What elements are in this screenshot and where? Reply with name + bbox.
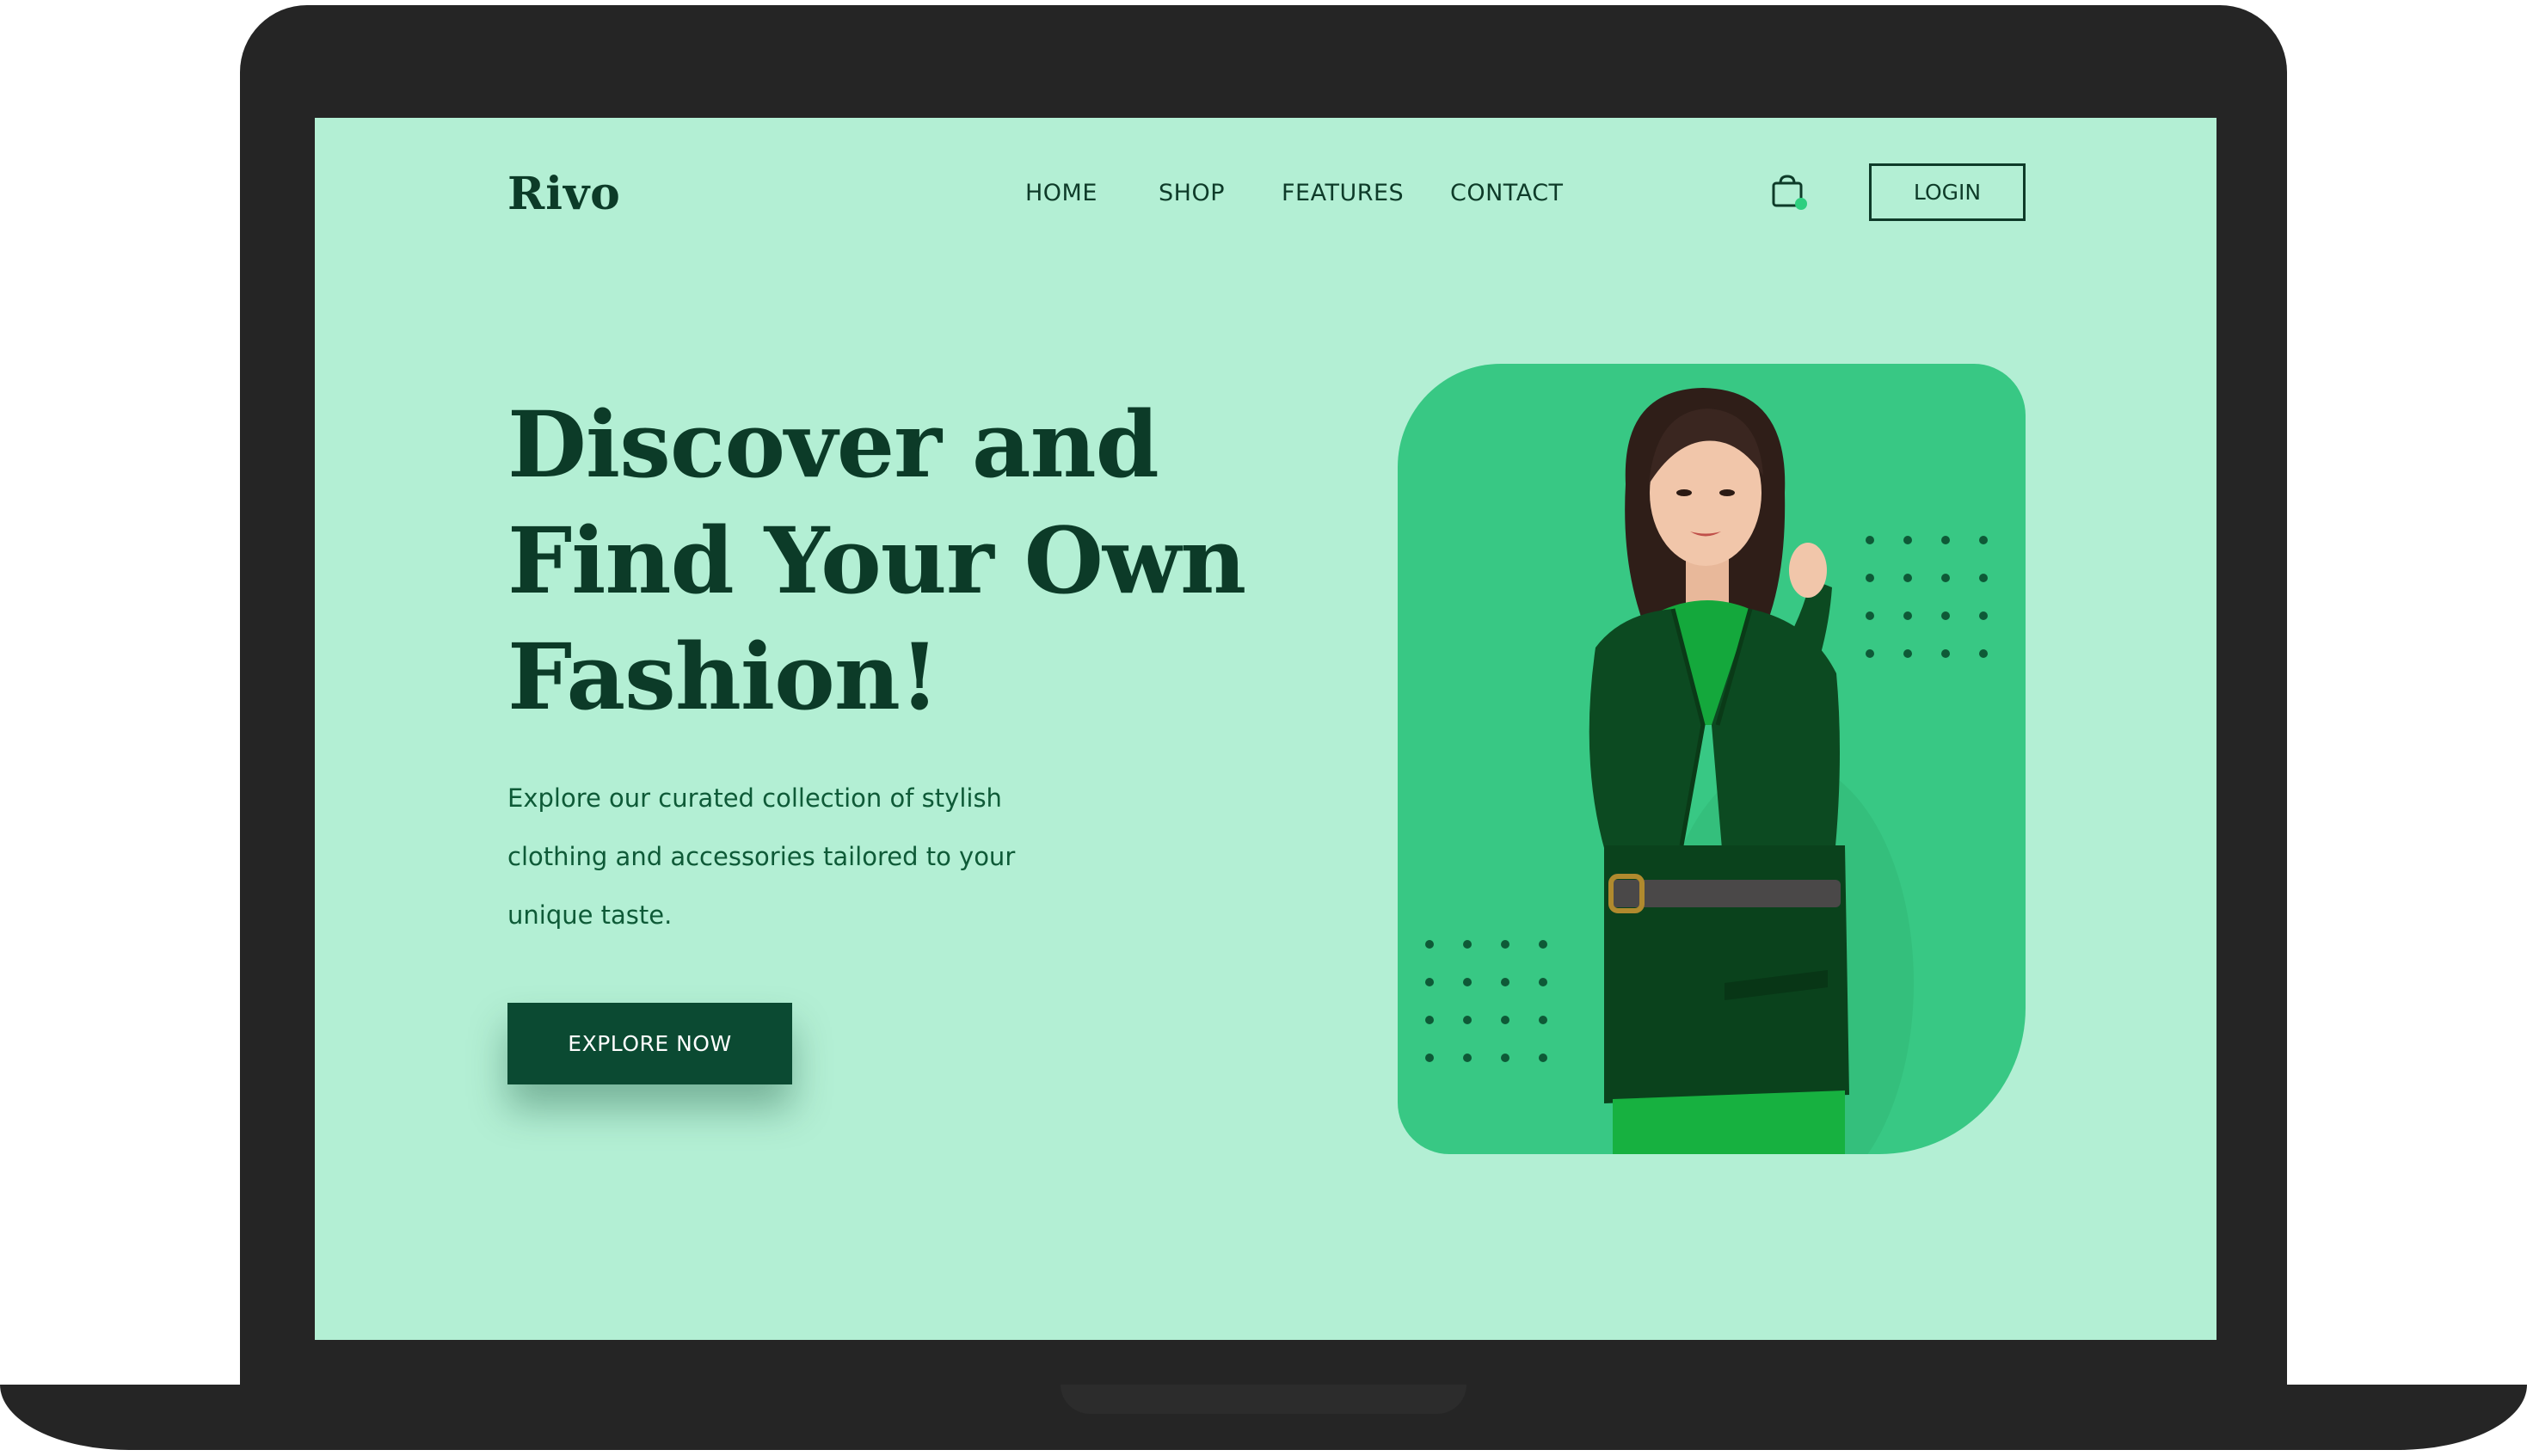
- description-line-1: Explore our curated collection of stylis…: [507, 783, 1002, 813]
- nav-home[interactable]: HOME: [1025, 180, 1097, 206]
- cart-badge: [1795, 198, 1807, 210]
- hero-headline: Discover and Find Your Own Fashion!: [507, 386, 1282, 734]
- headline-line-2: Find Your Own: [507, 507, 1246, 614]
- hero-image-card: [1398, 364, 2026, 1154]
- headline-line-1: Discover and: [507, 390, 1159, 498]
- headline-line-3: Fashion!: [507, 623, 939, 730]
- description-line-3: unique taste.: [507, 900, 673, 930]
- nav-contact[interactable]: CONTACT: [1450, 180, 1564, 206]
- shopping-bag-icon: [1772, 175, 1807, 210]
- nav-features[interactable]: FEATURES: [1282, 180, 1404, 206]
- hero-description: Explore our curated collection of stylis…: [507, 769, 1127, 944]
- cart-button[interactable]: [1768, 173, 1811, 216]
- brand-logo[interactable]: Rivo: [507, 168, 621, 220]
- model-photo: [1589, 388, 1914, 1154]
- laptop-screen: Rivo HOME SHOP FEATURES CONTACT LOGIN Di…: [315, 118, 2217, 1340]
- laptop-notch: [1061, 1385, 1466, 1414]
- nav-shop[interactable]: SHOP: [1159, 180, 1225, 206]
- login-button[interactable]: LOGIN: [1869, 163, 2026, 221]
- explore-now-button[interactable]: EXPLORE NOW: [507, 1003, 792, 1084]
- description-line-2: clothing and accessories tailored to you…: [507, 842, 1016, 871]
